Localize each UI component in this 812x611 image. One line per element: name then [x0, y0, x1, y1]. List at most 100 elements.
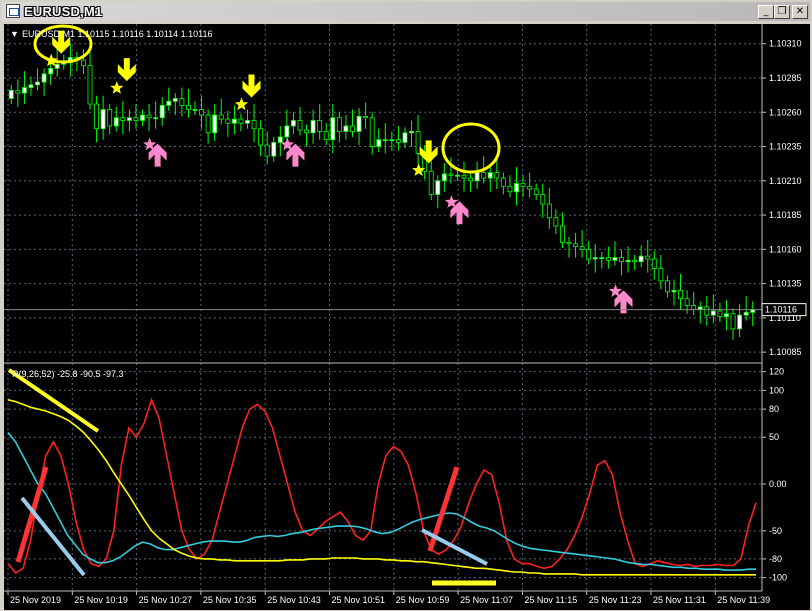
star-icon [110, 81, 124, 94]
time-tick-label: 25 Nov 11:07 [460, 595, 513, 605]
indicator-tick-label: -100 [769, 573, 787, 583]
bear-candle [664, 280, 670, 293]
chart-window-icon [6, 4, 20, 18]
restore-button[interactable]: ❐ [774, 5, 790, 19]
bull-candle [231, 118, 237, 124]
bear-candle [586, 248, 592, 260]
bull-candle [330, 117, 336, 141]
bear-candle [179, 98, 185, 106]
window-titlebar[interactable]: EURUSD,M1 _ ❐ ✕ [2, 2, 810, 21]
current-price-label: 1.10116 [765, 305, 797, 315]
bear-candle [540, 194, 546, 205]
bear-candle [533, 188, 539, 195]
bear-candle [461, 174, 467, 179]
bear-candle [527, 185, 533, 190]
bull-candle [376, 139, 382, 147]
bull-candle [409, 131, 414, 134]
bull-candle [126, 117, 132, 121]
window-title: EURUSD,M1 [24, 4, 103, 19]
bear-candle [81, 59, 86, 67]
bull-candle [166, 100, 172, 106]
signal-markers [44, 30, 633, 314]
chart-area[interactable]: 1.10310 1.10285 1.10260 1.10235 1.10210 1.101… [4, 24, 810, 610]
price-tick-label: 1.10185 [769, 210, 802, 220]
bull-candle [310, 120, 316, 134]
bull-candle [212, 114, 218, 134]
bear-candle [323, 131, 329, 141]
bear-candle [605, 257, 611, 261]
minimize-button[interactable]: _ [758, 5, 774, 19]
indicator-tick-label: 50 [769, 432, 779, 442]
bear-candle [395, 139, 401, 143]
chart-info-label: EURUSD,M1 1.10115 1.10116 1.10114 1.1011… [22, 29, 212, 39]
bear-candle [481, 172, 487, 179]
bull-candle [28, 84, 34, 88]
bull-candle [290, 120, 296, 127]
bull-candle [21, 87, 27, 94]
indicator-lines [7, 397, 757, 576]
bear-candle [507, 185, 513, 193]
bull-candle [140, 114, 145, 121]
bull-candle [192, 109, 198, 111]
indicator-tick-label: 120 [769, 367, 784, 377]
bear-candle [448, 173, 454, 176]
bear-candle [415, 131, 421, 154]
indicator-axis: 120 100 80 50 0.00 -50 -80 -100 [762, 367, 787, 583]
bull-candle [514, 183, 519, 193]
bear-candle [560, 225, 565, 243]
bear-candle [632, 259, 638, 263]
bear-candle [107, 109, 113, 127]
bear-candle [225, 118, 231, 124]
close-button[interactable]: ✕ [792, 5, 808, 19]
time-tick-label: 25 Nov 10:19 [74, 595, 128, 605]
bear-candle [678, 290, 683, 300]
bear-candle [251, 120, 257, 130]
bear-candle [717, 310, 723, 317]
indicator-tick-label: 0.00 [769, 479, 787, 489]
bear-candle [350, 125, 355, 132]
bear-candle [566, 242, 572, 245]
bear-candle [199, 109, 204, 116]
indicator-line-fast [7, 397, 757, 575]
price-tick-label: 1.10235 [769, 142, 802, 152]
bull-candle [455, 174, 460, 177]
bear-candle [146, 114, 152, 119]
bear-candle [87, 65, 93, 105]
bull-candle [48, 67, 54, 75]
bear-candle [546, 203, 552, 219]
bear-candle [658, 268, 664, 282]
symbol-dropdown-icon[interactable]: ▼ [10, 29, 19, 39]
time-tick-label: 25 Nov 10:59 [396, 595, 450, 605]
bear-candle [363, 115, 369, 119]
time-tick-label: 25 Nov 10:51 [332, 595, 386, 605]
highlight-circle [441, 122, 501, 174]
indicator-grid [4, 363, 762, 591]
time-tick-label: 25 Nov 11:15 [524, 595, 577, 605]
indicator-tick-label: 100 [769, 385, 784, 395]
price-tick-label: 1.10160 [769, 244, 802, 254]
chart-window: EURUSD,M1 _ ❐ ✕ 1.10310 1.10285 1.10260 1.1… [0, 0, 812, 611]
bear-candle [258, 128, 264, 146]
bull-candle [441, 173, 447, 182]
bull-candle [592, 257, 598, 260]
bear-candle [520, 183, 526, 187]
bear-candle [579, 246, 585, 250]
time-tick-label: 25 Nov 11:31 [653, 595, 706, 605]
time-tick-label: 25 Nov 11:23 [589, 595, 642, 605]
bear-candle [218, 114, 224, 120]
bear-candle [651, 258, 657, 269]
bull-candle [159, 104, 165, 119]
bear-candle [704, 306, 710, 316]
price-grid [4, 24, 762, 363]
time-tick-label: 25 Nov 10:43 [267, 595, 321, 605]
time-tick-label: 25 Nov 2019 [10, 595, 61, 605]
price-tick-label: 1.10135 [769, 279, 802, 289]
bull-candle [172, 98, 178, 102]
bull-candle [612, 257, 618, 261]
chart-canvas[interactable]: 1.10310 1.10285 1.10260 1.10235 1.10210 1.101… [4, 24, 810, 610]
bear-candle [684, 298, 690, 306]
bear-candle [264, 144, 270, 157]
bull-candle [710, 310, 716, 316]
bull-candle [41, 73, 47, 83]
time-tick-label: 25 Nov 11:39 [717, 595, 770, 605]
